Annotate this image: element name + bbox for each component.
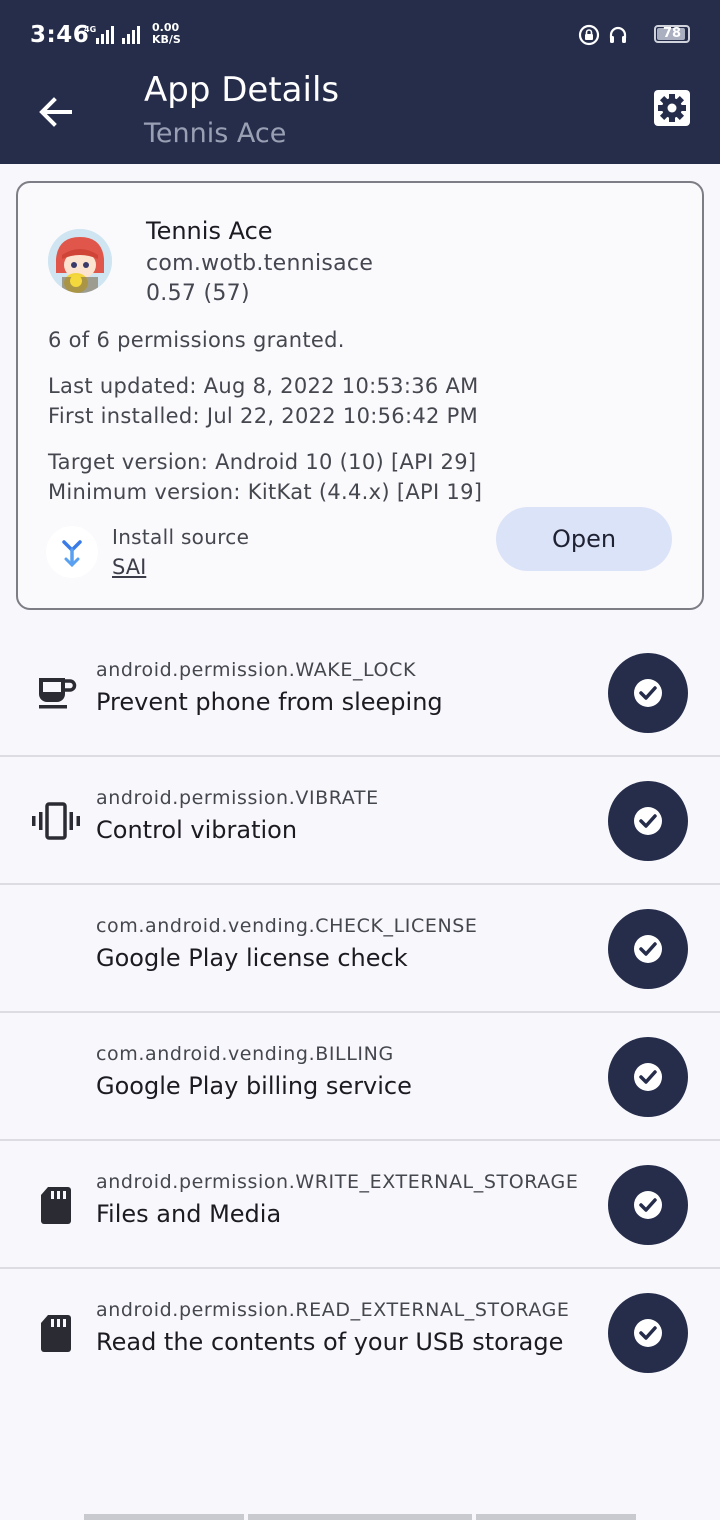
install-source-icon [46, 526, 98, 578]
permission-row[interactable]: android.permission.READ_EXTERNAL_STORAGE… [0, 1269, 720, 1397]
granted-toggle[interactable] [608, 1293, 688, 1373]
check-circle-icon [634, 807, 662, 835]
net-speed-unit: KB/S [152, 33, 181, 46]
permission-row[interactable]: android.permission.WRITE_EXTERNAL_STORAG… [0, 1141, 720, 1269]
headphones-icon [609, 26, 627, 43]
arrow-back-icon [39, 97, 72, 127]
last-updated: Last updated: Aug 8, 2022 10:53:36 AM [48, 374, 479, 398]
install-source-link[interactable]: SAI [112, 555, 146, 579]
app-package: com.wotb.tennisace [146, 251, 374, 276]
page-subtitle: Tennis Ace [144, 118, 287, 149]
minimum-version: Minimum version: KitKat (4.4.x) [API 19] [48, 480, 483, 504]
status-bar: 3:46 4G 0.00 KB/S 78 [0, 0, 720, 68]
app-name: Tennis Ace [146, 217, 273, 245]
check-circle-icon [634, 1063, 662, 1091]
permission-description: Control vibration [96, 816, 298, 844]
granted-toggle[interactable] [608, 653, 688, 733]
gear-icon [654, 90, 690, 126]
check-circle-icon [634, 1191, 662, 1219]
permission-description: Google Play license check [96, 944, 408, 972]
open-button[interactable]: Open [496, 507, 672, 571]
permission-row[interactable]: com.android.vending.BILLING Google Play … [0, 1013, 720, 1141]
granted-toggle[interactable] [608, 909, 688, 989]
permission-id: com.android.vending.BILLING [96, 1043, 394, 1065]
permission-id: android.permission.READ_EXTERNAL_STORAGE [96, 1299, 570, 1321]
target-version: Target version: Android 10 (10) [API 29] [48, 450, 477, 474]
granted-toggle[interactable] [608, 1165, 688, 1245]
granted-toggle[interactable] [608, 1037, 688, 1117]
first-installed: First installed: Jul 22, 2022 10:56:42 P… [48, 404, 479, 428]
status-time: 3:46 [30, 22, 90, 48]
permission-id: android.permission.VIBRATE [96, 787, 379, 809]
page-title: App Details [144, 70, 340, 110]
sd-card-icon [41, 1187, 71, 1224]
check-circle-icon [634, 935, 662, 963]
app-info-card: Tennis Ace com.wotb.tennisace 0.57 (57) … [16, 181, 704, 610]
permission-description: Prevent phone from sleeping [96, 688, 443, 716]
coffee-cup-icon [39, 678, 77, 709]
network-type-label: 4G [84, 25, 96, 34]
signal-icon: 4G [84, 24, 148, 46]
permission-id: com.android.vending.CHECK_LICENSE [96, 915, 478, 937]
sd-card-icon [41, 1315, 71, 1352]
install-source-label: Install source [112, 525, 250, 549]
nav-bar-segment [84, 1514, 244, 1520]
settings-button[interactable] [650, 86, 694, 130]
permissions-summary: 6 of 6 permissions granted. [48, 328, 345, 352]
battery-level: 78 [662, 26, 682, 41]
nav-bar-segment [248, 1514, 472, 1520]
permission-id: android.permission.WRITE_EXTERNAL_STORAG… [96, 1171, 579, 1193]
app-version: 0.57 (57) [146, 281, 250, 306]
app-bar: App Details Tennis Ace [0, 68, 720, 164]
vibration-icon [32, 802, 80, 840]
permission-row[interactable]: android.permission.WAKE_LOCK Prevent pho… [0, 629, 720, 757]
permission-description: Google Play billing service [96, 1072, 412, 1100]
app-icon [48, 229, 112, 293]
permission-id: android.permission.WAKE_LOCK [96, 659, 417, 681]
battery-icon: 78 [654, 25, 690, 43]
permission-row[interactable]: com.android.vending.CHECK_LICENSE Google… [0, 885, 720, 1013]
check-circle-icon [634, 1319, 662, 1347]
back-button[interactable] [32, 88, 80, 136]
check-circle-icon [634, 679, 662, 707]
nav-bar-segment [476, 1514, 636, 1520]
permission-description: Read the contents of your USB storage [96, 1328, 564, 1356]
permission-row[interactable]: android.permission.VIBRATE Control vibra… [0, 757, 720, 885]
granted-toggle[interactable] [608, 781, 688, 861]
net-speed: 0.00 KB/S [152, 22, 181, 46]
permission-description: Files and Media [96, 1200, 282, 1228]
rotation-lock-icon [578, 24, 600, 46]
